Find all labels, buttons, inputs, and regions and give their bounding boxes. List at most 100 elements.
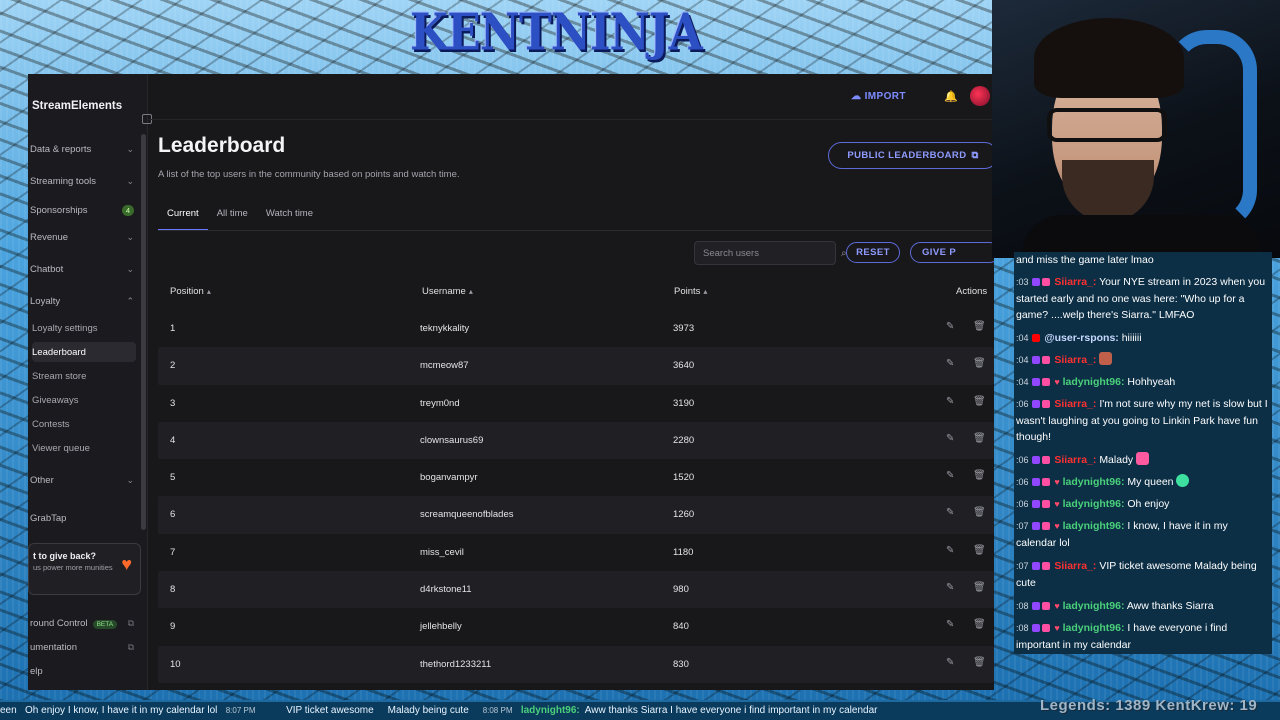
- edit-icon[interactable]: ✎: [946, 358, 954, 369]
- sidebar-item-documentation[interactable]: umentation ⧉: [30, 636, 136, 658]
- column-label: Position: [170, 286, 204, 297]
- sidebar-item-leaderboard[interactable]: Leaderboard: [32, 342, 136, 362]
- cell-position: 9: [170, 621, 176, 633]
- chat-message: :07 Siiarra_: VIP ticket awesome Malady …: [1016, 558, 1270, 591]
- sidebar-scrollbar[interactable]: [141, 134, 146, 530]
- chat-username[interactable]: Siiarra_:: [1054, 560, 1096, 572]
- edit-icon[interactable]: ✎: [946, 321, 954, 332]
- emote-icon: [1176, 474, 1190, 487]
- sidebar-item-label: Revenue: [30, 231, 69, 243]
- trash-icon[interactable]: 🗑: [973, 396, 986, 407]
- chat-username[interactable]: ladynight96:: [1063, 498, 1125, 510]
- chat-text: and miss the game later lmao: [1016, 254, 1154, 266]
- trash-icon[interactable]: 🗑: [973, 470, 986, 481]
- public-leaderboard-button[interactable]: PUBLIC LEADERBOARD ⧉: [828, 142, 994, 169]
- chat-message: :06 Siiarra_: I'm not sure why my net is…: [1016, 396, 1270, 446]
- tab-watch-time[interactable]: Watch time: [257, 204, 322, 231]
- tab-all-time[interactable]: All time: [208, 204, 257, 231]
- sort-up-icon: ▴: [206, 287, 211, 296]
- edit-icon[interactable]: ✎: [946, 657, 954, 668]
- cell-points: 2280: [673, 434, 695, 446]
- chat-username[interactable]: ladynight96:: [1063, 376, 1125, 388]
- chat-username[interactable]: Siiarra_:: [1054, 354, 1096, 366]
- table-row: 9 jellehbelly 840 ✎ 🗑: [158, 608, 994, 645]
- column-header-position[interactable]: Position ▴: [170, 286, 211, 297]
- avatar[interactable]: [970, 86, 990, 106]
- chat-username[interactable]: Siiarra_:: [1054, 398, 1096, 410]
- sidebar-item-help[interactable]: elp: [30, 660, 136, 682]
- beard: [1062, 160, 1154, 222]
- search-input[interactable]: [703, 247, 835, 259]
- badge-icon: [1032, 624, 1041, 632]
- chat-username[interactable]: ladynight96:: [1063, 476, 1125, 488]
- cell-username: d4rkstone11: [420, 584, 472, 596]
- edit-icon[interactable]: ✎: [946, 582, 954, 593]
- trash-icon[interactable]: 🗑: [973, 657, 986, 668]
- sidebar-item-loyalty-settings[interactable]: Loyalty settings: [32, 318, 136, 338]
- badge-icon: [1042, 478, 1051, 486]
- chat-username[interactable]: Siiarra_:: [1054, 276, 1096, 288]
- external-link-icon: ⧉: [127, 641, 134, 652]
- sidebar-item-streaming-tools[interactable]: Streaming tools ⌄: [30, 170, 136, 192]
- column-header-username[interactable]: Username ▴: [422, 286, 473, 297]
- import-button[interactable]: ☁ IMPORT: [851, 91, 906, 102]
- chat-username[interactable]: @user-rspons:: [1044, 332, 1118, 344]
- edit-icon[interactable]: ✎: [946, 396, 954, 407]
- sidebar-item-background-control[interactable]: round Control BETA ⧉: [30, 612, 136, 634]
- trash-icon[interactable]: 🗑: [973, 545, 986, 556]
- chat-username[interactable]: ladynight96:: [1063, 600, 1125, 612]
- sidebar-item-giveaways[interactable]: Giveaways: [32, 390, 136, 410]
- edit-icon[interactable]: ✎: [946, 619, 954, 630]
- chat-message: :03 Siiarra_: Your NYE stream in 2023 wh…: [1016, 274, 1270, 324]
- public-leaderboard-label: PUBLIC LEADERBOARD: [847, 150, 967, 161]
- sidebar-item-chatbot[interactable]: Chatbot ⌄: [30, 258, 136, 280]
- sidebar-item-grabtap[interactable]: GrabTap: [30, 507, 136, 529]
- chat-timestamp: :08: [1016, 601, 1029, 611]
- cell-position: 8: [170, 584, 176, 596]
- bell-icon[interactable]: 🔔: [944, 90, 958, 103]
- chat-username[interactable]: ladynight96:: [1063, 622, 1125, 634]
- cell-points: 1520: [673, 472, 695, 484]
- trash-icon[interactable]: 🗑: [973, 433, 986, 444]
- chat-username[interactable]: Siiarra_:: [1054, 454, 1096, 466]
- sidebar-item-other[interactable]: Other ⌄: [30, 469, 136, 491]
- heart-icon: ♥: [1054, 521, 1060, 531]
- edit-icon[interactable]: ✎: [946, 433, 954, 444]
- chat-timestamp: :04: [1016, 377, 1029, 387]
- edit-icon[interactable]: ✎: [946, 545, 954, 556]
- trash-icon[interactable]: 🗑: [973, 619, 986, 630]
- give-points-button[interactable]: GIVE P: [910, 242, 994, 263]
- sidebar-item-revenue[interactable]: Revenue ⌄: [30, 226, 136, 248]
- sidebar-item-data-reports[interactable]: Data & reports ⌄: [30, 138, 136, 160]
- sidebar-item-viewer-queue[interactable]: Viewer queue: [32, 438, 136, 458]
- search-box[interactable]: ⌕: [694, 241, 847, 265]
- ticker-text: VIP ticket awesome: [286, 705, 374, 716]
- trash-icon[interactable]: 🗑: [973, 358, 986, 369]
- trash-icon[interactable]: 🗑: [973, 507, 986, 518]
- page-title: Leaderboard: [158, 134, 286, 157]
- column-header-points[interactable]: Points ▴: [674, 286, 707, 297]
- emote-icon: [1099, 352, 1113, 365]
- tab-current[interactable]: Current: [158, 204, 208, 231]
- edit-icon[interactable]: ✎: [946, 470, 954, 481]
- kentninja-logo: KENTNINJA: [410, 3, 703, 63]
- trash-icon[interactable]: 🗑: [973, 582, 986, 593]
- give-back-promo[interactable]: t to give back? us power more munities ♥: [28, 543, 141, 595]
- trash-icon[interactable]: 🗑: [973, 321, 986, 332]
- table-row: 5 boganvampyr 1520 ✎ 🗑: [158, 459, 994, 496]
- chat-username[interactable]: ladynight96:: [1063, 520, 1125, 532]
- sidebar-item-contests[interactable]: Contests: [32, 414, 136, 434]
- ticker-text: Malady being cute: [387, 705, 469, 716]
- sidebar-item-stream-store[interactable]: Stream store: [32, 366, 136, 386]
- sidebar-item-sponsorships[interactable]: Sponsorships 4: [30, 199, 136, 221]
- chevron-down-icon: ⌄: [126, 474, 134, 485]
- badge-icon: [1032, 522, 1041, 530]
- sidebar-item-loyalty[interactable]: Loyalty ⌃: [30, 290, 136, 312]
- reset-button[interactable]: RESET: [846, 242, 900, 263]
- cell-points: 1180: [673, 546, 694, 558]
- chat-message: :04 Siiarra_:: [1016, 352, 1270, 369]
- legends-counter: Legends: 1389 KentKrew: 19: [1040, 697, 1258, 714]
- badge-icon: [1042, 500, 1051, 508]
- heart-icon: ♥: [121, 554, 132, 574]
- edit-icon[interactable]: ✎: [946, 507, 954, 518]
